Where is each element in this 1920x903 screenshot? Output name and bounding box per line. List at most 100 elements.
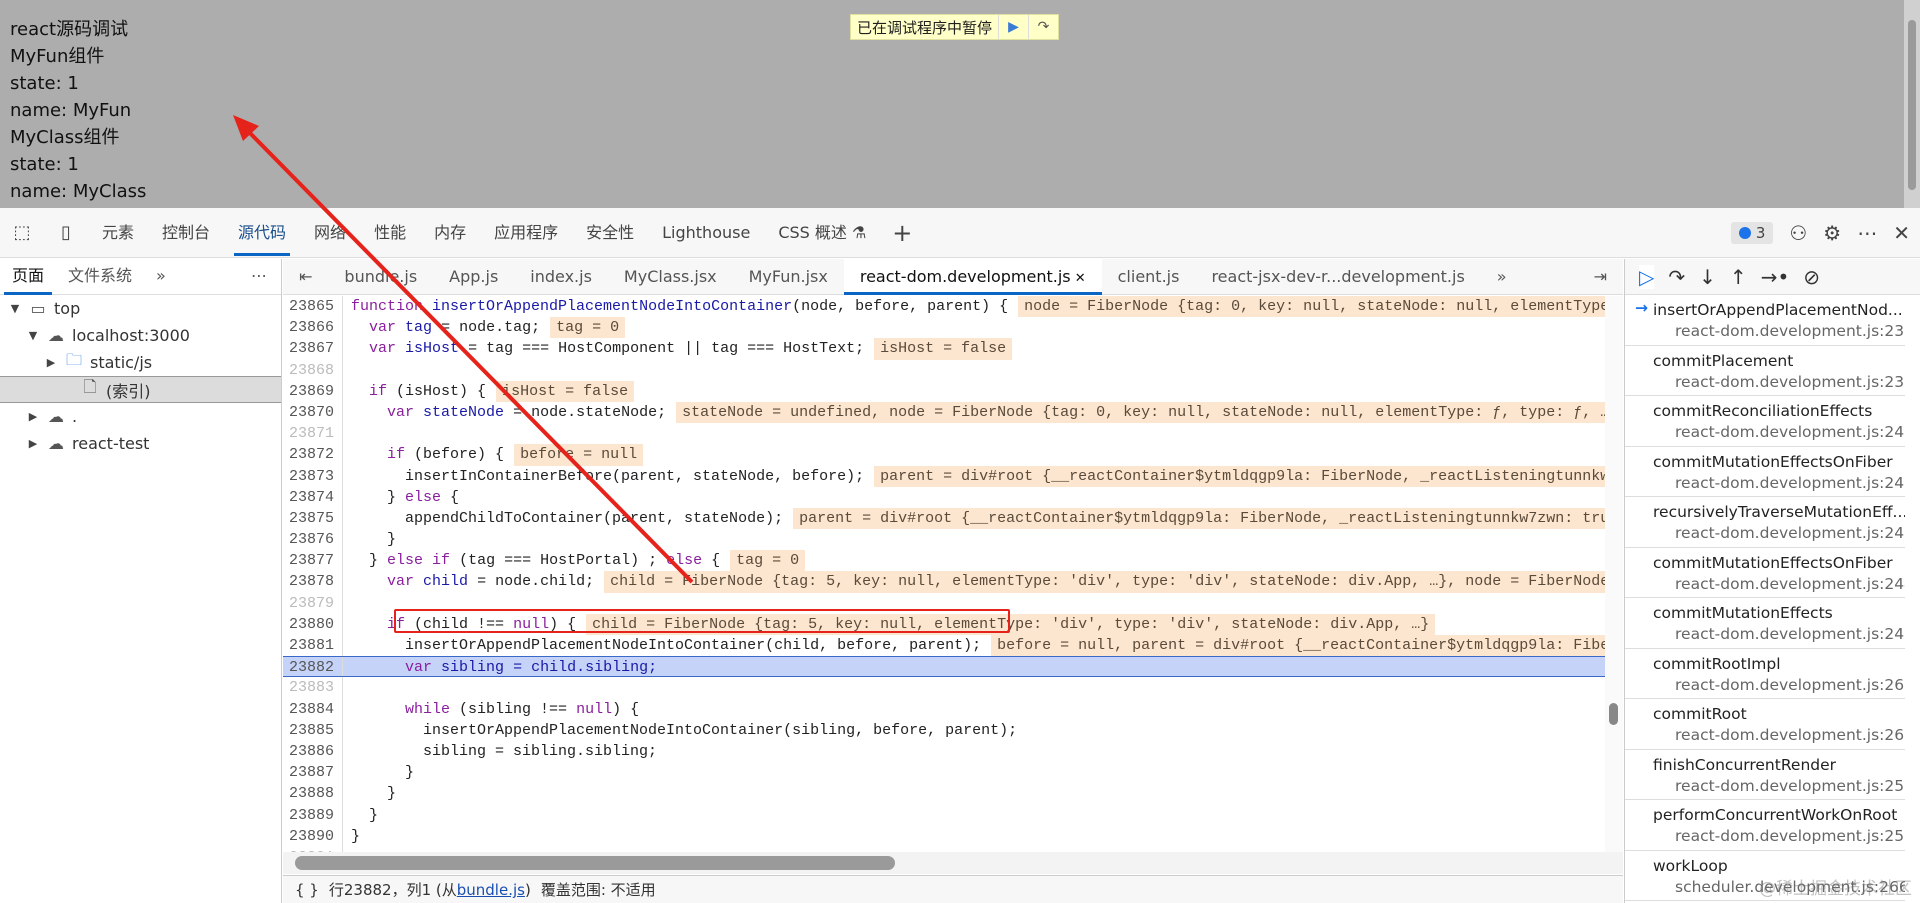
collapsed-triangle-icon[interactable]: ▶: [26, 410, 40, 423]
line-number[interactable]: 23876: [283, 529, 343, 551]
step-into-icon[interactable]: ↓: [1699, 265, 1716, 289]
file-tab[interactable]: App.js: [433, 259, 514, 295]
call-frame[interactable]: commitMutationEffectsOnFiber react-dom.de…: [1625, 447, 1905, 497]
file-tab[interactable]: index.js: [514, 259, 608, 295]
step-over-icon[interactable]: ↷: [1028, 15, 1058, 39]
line-number[interactable]: 23867: [283, 338, 343, 360]
devtools-tab[interactable]: Lighthouse: [648, 208, 764, 258]
call-frame[interactable]: commitMutationEffectsOnFiber react-dom.de…: [1625, 548, 1905, 598]
line-number[interactable]: 23877: [283, 550, 343, 572]
toggle-debugger-icon[interactable]: ⇥: [1578, 259, 1623, 295]
current-execution-line[interactable]: 23882 var sibling = child.sibling;: [283, 656, 1605, 678]
code-line[interactable]: 23866 var tag = node.tag; tag = 0: [283, 317, 1605, 339]
devtools-tab[interactable]: 控制台: [148, 208, 224, 258]
code-line[interactable]: 23865 function insertOrAppendPlacementNod…: [283, 296, 1605, 318]
code-line[interactable]: 23874 } else {: [283, 486, 1605, 508]
code-line[interactable]: 23889 }: [283, 804, 1605, 826]
line-number[interactable]: 23889: [283, 804, 343, 826]
call-frame[interactable]: performConcurrentWorkOnRoot react-dom.dev…: [1625, 800, 1905, 851]
line-number[interactable]: 23871: [283, 423, 343, 445]
line-number[interactable]: 23886: [283, 740, 343, 763]
line-number[interactable]: 23882: [283, 657, 343, 677]
file-tab[interactable]: react-jsx-dev-r...development.js: [1195, 259, 1480, 295]
code-line[interactable]: 23881 insertOrAppendPlacementNodeIntoCon…: [283, 635, 1605, 657]
step-over-icon[interactable]: ↷: [1668, 265, 1685, 289]
call-frame[interactable]: finishConcurrentRender react-dom.developm…: [1625, 750, 1905, 800]
devtools-tab[interactable]: 内存: [420, 208, 480, 258]
code-line[interactable]: 23886 sibling = sibling.sibling;: [283, 740, 1605, 763]
line-number[interactable]: 23875: [283, 507, 343, 530]
line-number[interactable]: 23873: [283, 465, 343, 487]
feedback-icon[interactable]: ⚇: [1789, 221, 1807, 245]
code-editor[interactable]: 23865 function insertOrAppendPlacementNod…: [283, 296, 1605, 852]
code-line[interactable]: 23878 var child = node.child; child = Fib…: [283, 571, 1605, 593]
code-line[interactable]: 23884 while (sibling !== null) {: [283, 698, 1605, 720]
add-tab-icon[interactable]: +: [880, 219, 924, 247]
file-tab[interactable]: react-dom.development.js ✕: [843, 258, 1102, 295]
line-number[interactable]: 23872: [283, 444, 343, 466]
more-tabs-icon[interactable]: »: [144, 259, 178, 295]
code-line[interactable]: 23871: [283, 423, 1605, 445]
code-line[interactable]: 23867 var isHost = tag === HostComponent…: [283, 338, 1605, 360]
editor-horizontal-scrollbar[interactable]: [283, 852, 1623, 874]
line-number[interactable]: 23870: [283, 401, 343, 424]
line-number[interactable]: 23874: [283, 486, 343, 508]
file-tab[interactable]: client.js: [1102, 259, 1196, 295]
pretty-print-button[interactable]: { }: [295, 881, 319, 899]
devtools-tab[interactable]: 源代码: [224, 208, 300, 258]
code-line[interactable]: 23885 insertOrAppendPlacementNodeIntoCon…: [283, 719, 1605, 741]
line-number[interactable]: 23865: [283, 296, 343, 318]
collapsed-triangle-icon[interactable]: ▶: [26, 437, 40, 450]
devtools-tab[interactable]: 应用程序: [480, 208, 572, 258]
code-line[interactable]: 23890}: [283, 825, 1605, 847]
line-number[interactable]: 23868: [283, 359, 343, 381]
tab-page[interactable]: 页面: [0, 259, 56, 295]
devtools-tab[interactable]: 性能: [360, 208, 420, 258]
resume-icon[interactable]: ▶︎: [998, 15, 1028, 39]
code-line[interactable]: 23875 appendChildToContainer(parent, sta…: [283, 507, 1605, 530]
call-frame[interactable]: commitMutationEffects react-dom.developme…: [1625, 598, 1905, 649]
issues-button[interactable]: 3: [1730, 222, 1774, 244]
line-number[interactable]: 23885: [283, 719, 343, 741]
line-number[interactable]: 23866: [283, 317, 343, 339]
file-tab[interactable]: MyFun.jsx: [733, 259, 844, 295]
expanded-triangle-icon[interactable]: ▼: [26, 329, 40, 342]
code-line[interactable]: 23873 insertInContainerBefore(parent, st…: [283, 465, 1605, 487]
line-number[interactable]: 23887: [283, 762, 343, 784]
toggle-navigator-icon[interactable]: ⇤: [283, 259, 328, 295]
close-tab-icon[interactable]: ✕: [1071, 271, 1086, 286]
collapsed-triangle-icon[interactable]: ▶: [44, 356, 58, 369]
line-number[interactable]: 23869: [283, 380, 343, 402]
tree-item[interactable]: ▶ 🗀 static/js: [0, 349, 281, 376]
call-frame[interactable]: recursivelyTraverseMutationEff... react-d…: [1625, 497, 1905, 548]
call-frame[interactable]: commitReconciliationEffects react-dom.dev…: [1625, 396, 1905, 447]
tree-item[interactable]: ▶ ☁ react-test: [0, 430, 281, 457]
line-number[interactable]: 23890: [283, 825, 343, 847]
source-link[interactable]: bundle.js: [457, 881, 525, 899]
line-number[interactable]: 23878: [283, 571, 343, 593]
line-number[interactable]: 23881: [283, 635, 343, 657]
line-number[interactable]: 23888: [283, 783, 343, 805]
devtools-tab[interactable]: 网络: [300, 208, 360, 258]
code-line[interactable]: 23872 if (before) {before = null: [283, 444, 1605, 466]
step-out-icon[interactable]: ↑: [1730, 265, 1747, 289]
code-line[interactable]: 23870 var stateNode = node.stateNode; sta…: [283, 401, 1605, 424]
more-files-icon[interactable]: »: [1481, 259, 1523, 295]
code-line[interactable]: 23883: [283, 677, 1605, 699]
settings-icon[interactable]: ⚙: [1823, 221, 1841, 245]
call-frame[interactable]: commitRoot react-dom.development.js:26647: [1625, 699, 1905, 750]
devtools-tab[interactable]: CSS 概述 ⚗: [764, 208, 880, 258]
code-line[interactable]: 23876 }: [283, 529, 1605, 551]
close-icon[interactable]: ✕: [1893, 221, 1910, 245]
line-number[interactable]: 23884: [283, 698, 343, 720]
more-icon[interactable]: ⋯: [1857, 221, 1877, 245]
line-number[interactable]: 23879: [283, 592, 343, 614]
deactivate-breakpoints-icon[interactable]: ⊘: [1803, 265, 1820, 289]
tree-item[interactable]: ▼ ▭ top: [0, 295, 281, 322]
editor-vertical-scrollbar[interactable]: [1605, 296, 1623, 852]
inspect-element-icon[interactable]: ⬚: [0, 222, 44, 243]
file-tab[interactable]: MyClass.jsx: [608, 259, 733, 295]
step-icon[interactable]: →•: [1761, 265, 1790, 289]
more-options-icon[interactable]: ⋯: [251, 259, 267, 293]
code-line[interactable]: 23868: [283, 359, 1605, 381]
